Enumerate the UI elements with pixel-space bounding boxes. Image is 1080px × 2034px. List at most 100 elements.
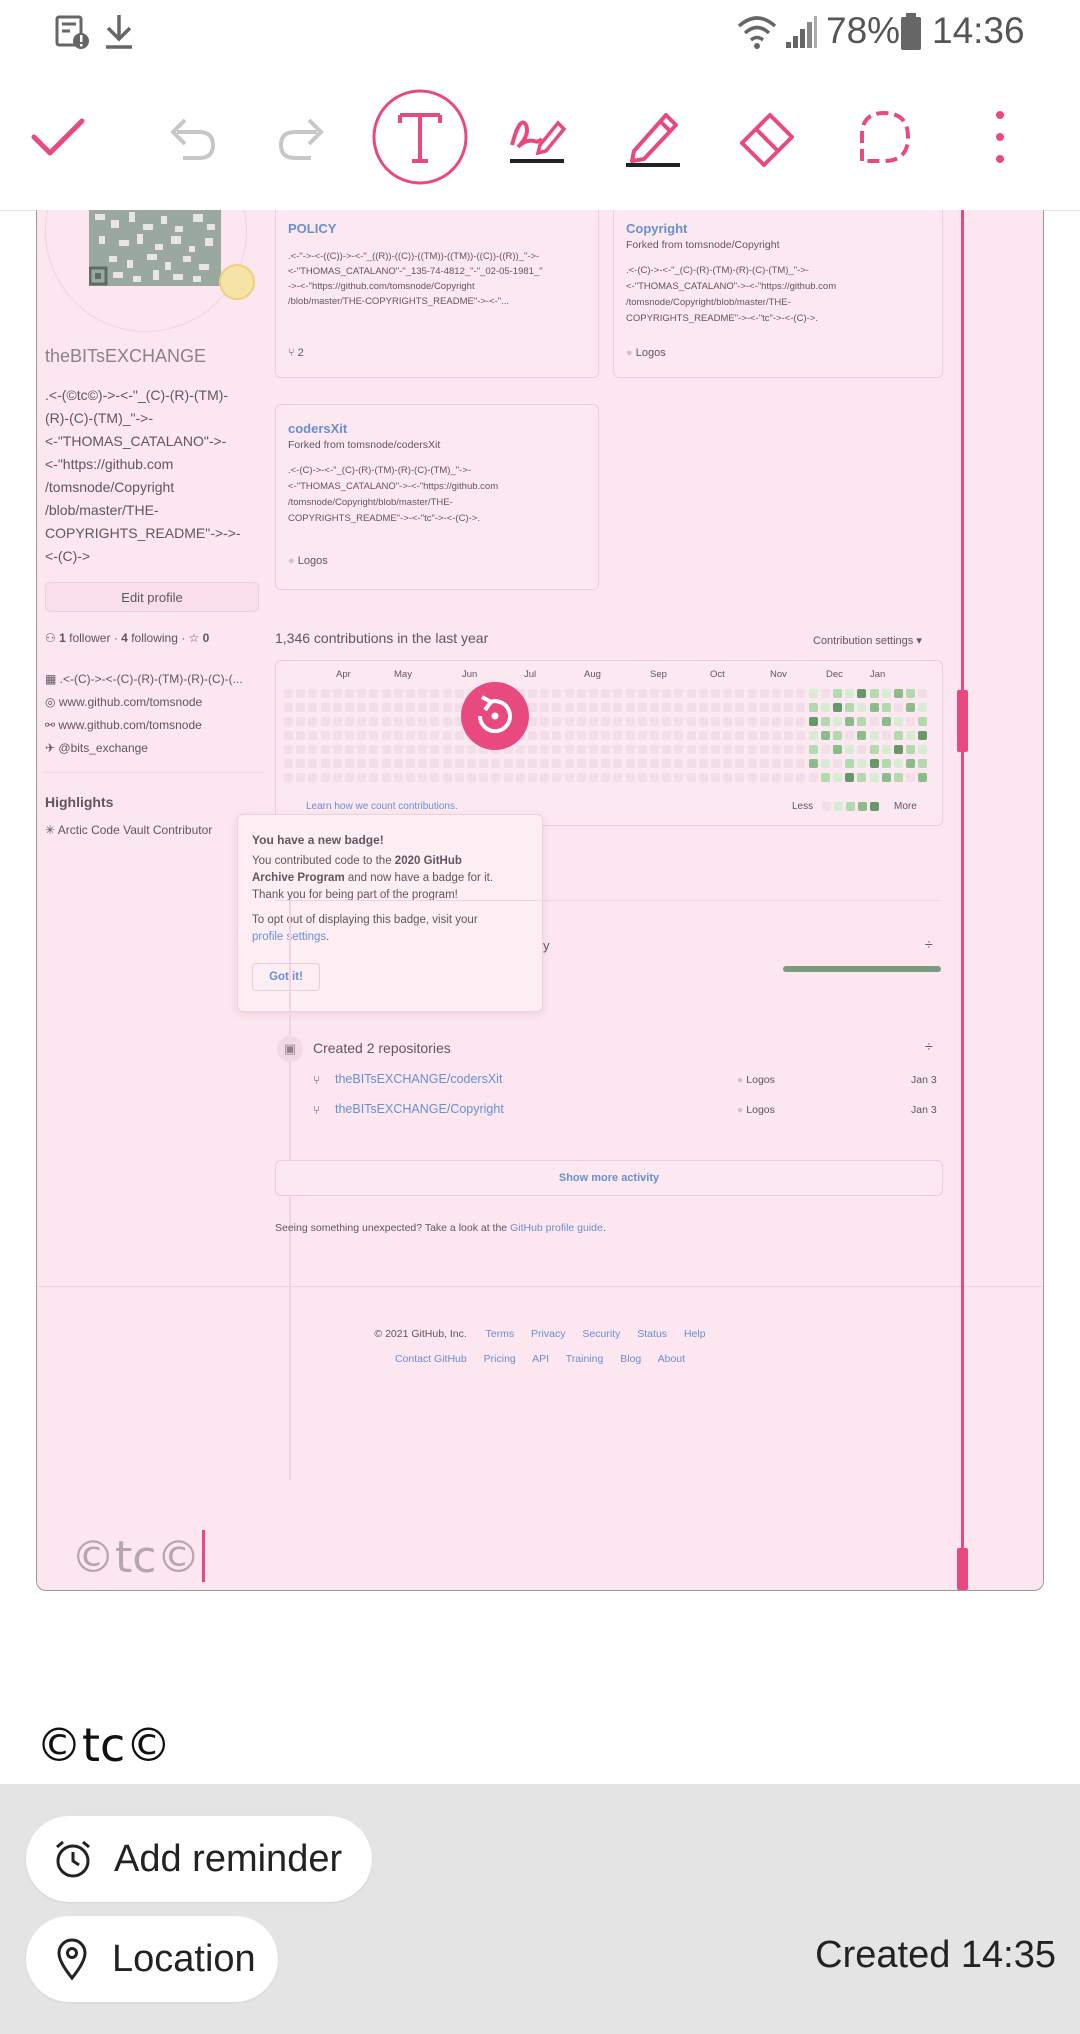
contribution-cell[interactable] [320, 703, 330, 713]
contribution-cell[interactable] [796, 717, 806, 727]
contribution-cell[interactable] [759, 689, 769, 698]
show-more-activity-button[interactable]: Show more activity [275, 1160, 943, 1196]
contribution-cell[interactable] [674, 773, 684, 783]
contribution-cell[interactable] [625, 731, 635, 741]
contribution-cell[interactable] [308, 703, 318, 713]
contribution-cell[interactable] [735, 731, 745, 741]
contribution-cell[interactable] [576, 731, 586, 741]
contribution-cell[interactable] [296, 689, 306, 698]
contribution-cell[interactable] [906, 773, 916, 783]
repo-name[interactable]: POLICY [288, 221, 336, 236]
contribution-cell[interactable] [857, 745, 867, 755]
contribution-cell[interactable] [820, 689, 830, 698]
activity-repo-link[interactable]: theBITsEXCHANGE/codersXit [335, 1072, 502, 1086]
contribution-cell[interactable] [833, 773, 842, 783]
contribution-cell[interactable] [674, 745, 684, 755]
contribution-cell[interactable] [613, 773, 623, 783]
contribution-cell[interactable] [576, 703, 586, 713]
contribution-cell[interactable] [637, 717, 647, 727]
contribution-cell[interactable] [393, 703, 403, 713]
contribution-cell[interactable] [357, 731, 367, 741]
contribution-cell[interactable] [845, 703, 855, 713]
contribution-cell[interactable] [906, 759, 916, 769]
contribution-cell[interactable] [540, 703, 550, 713]
contribution-cell[interactable] [906, 717, 916, 727]
contribution-cell[interactable] [747, 745, 757, 755]
contribution-cell[interactable] [613, 745, 623, 755]
contribution-cell[interactable] [345, 759, 354, 769]
contribution-cell[interactable] [369, 717, 379, 727]
contribution-cell[interactable] [772, 759, 781, 769]
contribution-cell[interactable] [540, 773, 550, 783]
contribution-cell[interactable] [918, 759, 928, 769]
contribution-cell[interactable] [406, 731, 415, 741]
contribution-cell[interactable] [357, 717, 367, 727]
contribution-cell[interactable] [869, 689, 879, 698]
contribution-cell[interactable] [564, 759, 574, 769]
contribution-cell[interactable] [540, 717, 550, 727]
footer-link[interactable]: Contact GitHub [395, 1353, 467, 1365]
contribution-cell[interactable] [747, 703, 757, 713]
repo-card-policy[interactable]: POLICY .<-"->-<-((C))->-<-"_((R))-((C))-… [275, 210, 599, 378]
contribution-cell[interactable] [320, 759, 330, 769]
contribution-cell[interactable] [833, 731, 842, 741]
contribution-cell[interactable] [845, 689, 855, 698]
contribution-cell[interactable] [576, 717, 586, 727]
contribution-cell[interactable] [418, 731, 428, 741]
contribution-cell[interactable] [552, 717, 562, 727]
contribution-cell[interactable] [698, 773, 708, 783]
contribution-settings-dropdown[interactable]: Contribution settings ▾ [813, 634, 922, 647]
contribution-cell[interactable] [357, 759, 367, 769]
contribution-cell[interactable] [418, 717, 428, 727]
contribution-cell[interactable] [845, 717, 855, 727]
contribution-cell[interactable] [381, 717, 391, 727]
contribution-cell[interactable] [711, 773, 720, 783]
contribution-cell[interactable] [540, 759, 550, 769]
contribution-cell[interactable] [723, 731, 733, 741]
contribution-cell[interactable] [674, 759, 684, 769]
contribution-cell[interactable] [381, 731, 391, 741]
contribution-cell[interactable] [332, 745, 342, 755]
contribution-cell[interactable] [503, 773, 513, 783]
contribution-cell[interactable] [454, 773, 464, 783]
contribution-cell[interactable] [320, 731, 330, 741]
contribution-cell[interactable] [564, 703, 574, 713]
contribution-cell[interactable] [418, 703, 428, 713]
contribution-cell[interactable] [296, 717, 306, 727]
contribution-cell[interactable] [284, 703, 293, 713]
footer-link[interactable]: Terms [486, 1328, 515, 1340]
contribution-cell[interactable] [625, 773, 635, 783]
contribution-cell[interactable] [528, 717, 537, 727]
contribution-cell[interactable] [881, 717, 891, 727]
contribution-cell[interactable] [528, 731, 537, 741]
contribution-cell[interactable] [735, 773, 745, 783]
location-button[interactable]: Location [26, 1916, 278, 2002]
contribution-cell[interactable] [393, 731, 403, 741]
contribution-cell[interactable] [296, 759, 306, 769]
contribution-cell[interactable] [357, 689, 367, 698]
contribution-cell[interactable] [674, 731, 684, 741]
contribution-cell[interactable] [711, 717, 720, 727]
contribution-cell[interactable] [406, 703, 415, 713]
contribution-cell[interactable] [381, 745, 391, 755]
contribution-cell[interactable] [698, 731, 708, 741]
contribution-cell[interactable] [686, 731, 696, 741]
contribution-cell[interactable] [723, 689, 733, 698]
contribution-cell[interactable] [625, 689, 635, 698]
contribution-cell[interactable] [369, 759, 379, 769]
contribution-cell[interactable] [528, 773, 537, 783]
footer-link[interactable]: API [532, 1353, 549, 1365]
contribution-cell[interactable] [686, 717, 696, 727]
contribution-cell[interactable] [528, 745, 537, 755]
eraser-button[interactable] [718, 87, 818, 187]
contribution-cell[interactable] [284, 759, 293, 769]
contribution-cell[interactable] [625, 759, 635, 769]
contribution-cell[interactable] [857, 689, 867, 698]
contribution-cell[interactable] [613, 689, 623, 698]
profile-guide-link[interactable]: GitHub profile guide [510, 1222, 603, 1234]
contribution-cell[interactable] [406, 759, 415, 769]
contribution-cell[interactable] [601, 717, 611, 727]
canvas-note-text[interactable]: ©tc© [71, 1530, 206, 1583]
contribution-cell[interactable] [881, 689, 891, 698]
contribution-cell[interactable] [357, 745, 367, 755]
